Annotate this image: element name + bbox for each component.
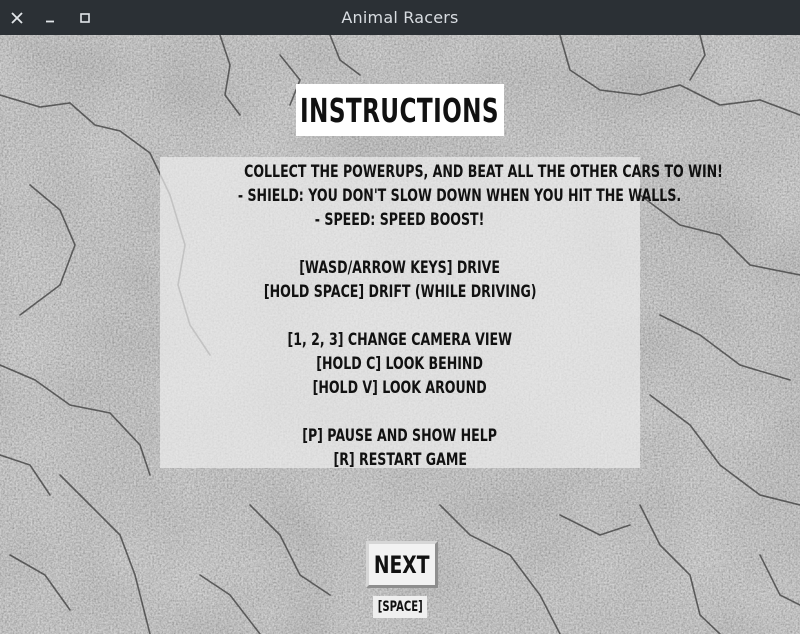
close-icon[interactable] [0, 0, 34, 35]
maximize-icon[interactable] [68, 0, 102, 35]
instruction-line: - SHIELD: YOU DON'T SLOW DOWN WHEN YOU H… [237, 186, 682, 206]
instruction-line [160, 400, 640, 424]
instruction-line: - SPEED: SPEED BOOST! [315, 210, 485, 230]
next-key-hint-label: [SPACE] [377, 599, 423, 615]
instructions-panel: COLLECT THE POWERUPS, AND BEAT ALL THE O… [160, 157, 723, 470]
instructions-heading: INSTRUCTIONS [296, 84, 504, 136]
instruction-line: [WASD/ARROW KEYS] DRIVE [299, 258, 501, 278]
instruction-line: [1, 2, 3] CHANGE CAMERA VIEW [287, 330, 513, 350]
instruction-line: [HOLD SPACE] DRIFT (WHILE DRIVING) [263, 282, 537, 302]
instruction-line: COLLECT THE POWERUPS, AND BEAT ALL THE O… [244, 162, 723, 182]
window-title: Animal Racers [341, 8, 459, 27]
next-button[interactable]: NEXT [366, 541, 438, 588]
heading-text: INSTRUCTIONS [300, 90, 500, 130]
next-button-label: NEXT [374, 550, 430, 579]
instruction-line [160, 304, 640, 328]
instruction-line: [P] PAUSE AND SHOW HELP [302, 426, 498, 446]
title-bar: Animal Racers [0, 0, 800, 35]
instruction-line: [HOLD C] LOOK BEHIND [316, 354, 484, 374]
game-canvas[interactable]: INSTRUCTIONS COLLECT THE POWERUPS, AND B… [0, 35, 800, 634]
game-window: Animal Racers INSTRUCTIONS COLLECT THE P… [0, 0, 800, 634]
instruction-line: [R] RESTART GAME [333, 450, 467, 470]
instruction-line [160, 232, 640, 256]
next-key-hint: [SPACE] [373, 596, 427, 618]
instruction-line: [HOLD V] LOOK AROUND [312, 378, 488, 398]
minimize-icon[interactable] [33, 0, 67, 35]
